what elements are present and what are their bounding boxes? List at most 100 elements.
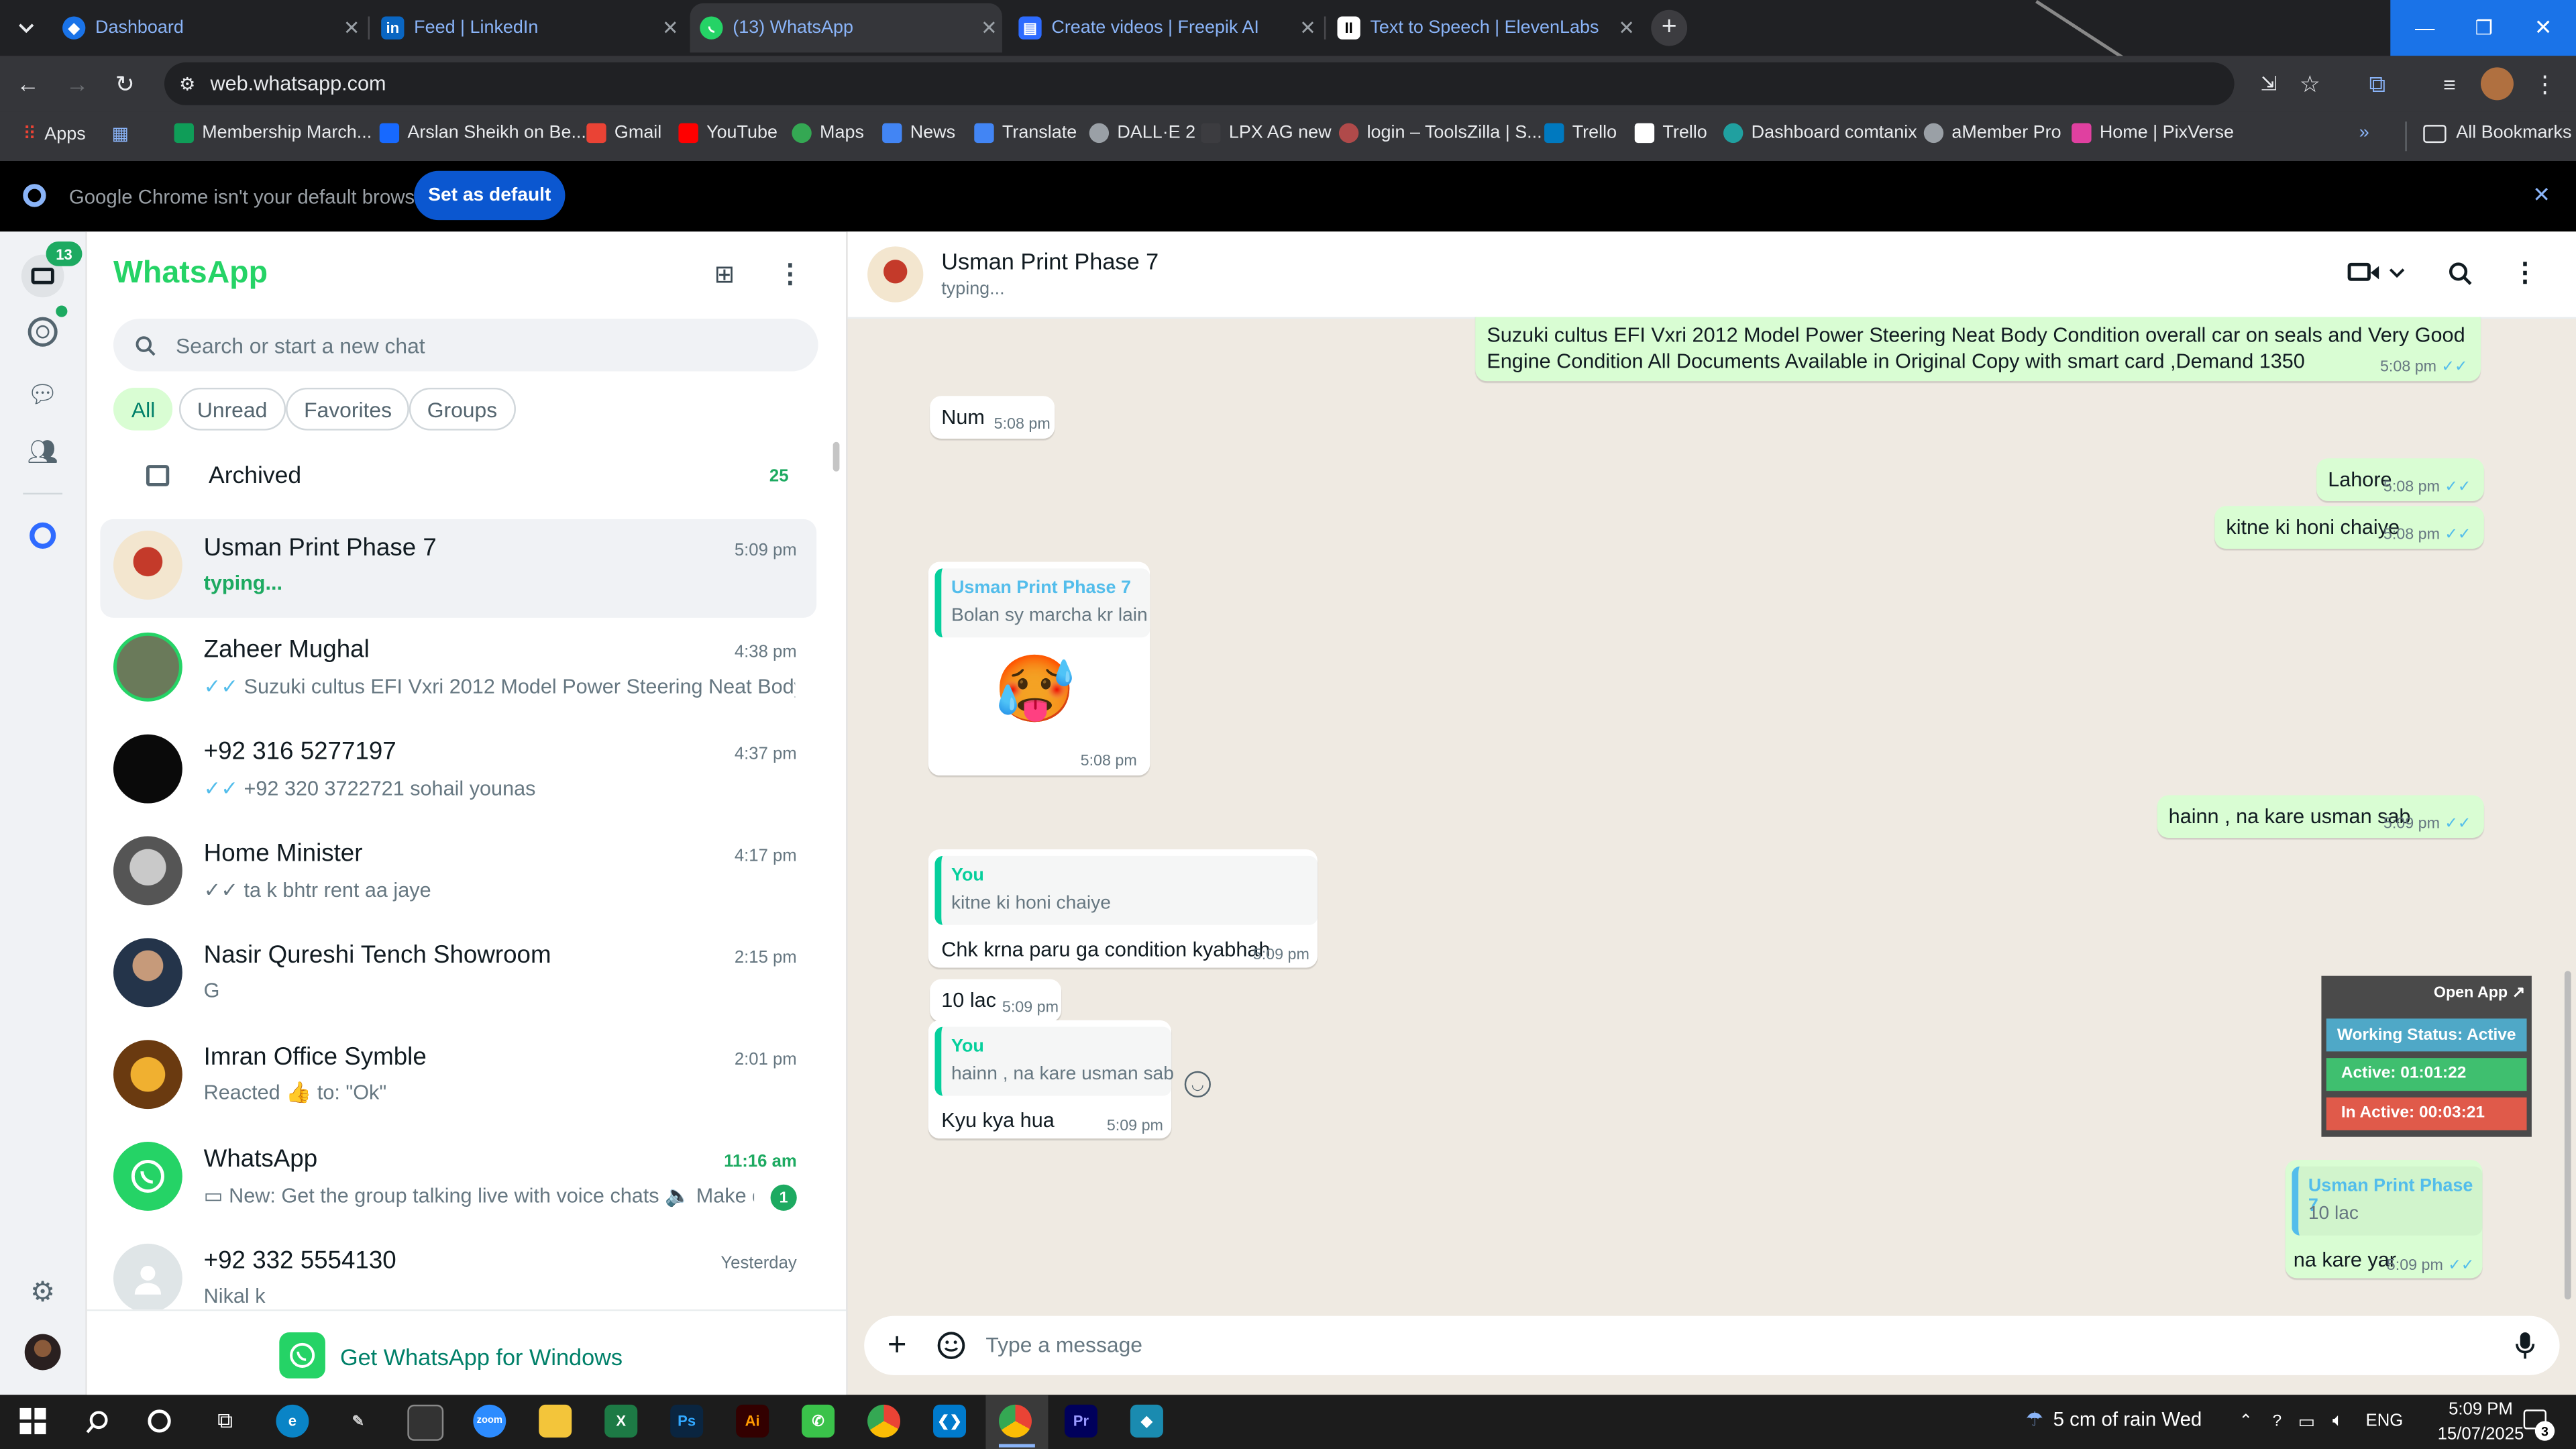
profile-avatar[interactable] [24, 1334, 61, 1371]
message-incoming-reply[interactable]: You kitne ki honi chaiye Chk krna paru g… [928, 849, 1318, 968]
close-tab-icon[interactable]: ✕ [338, 16, 364, 39]
get-app-banner[interactable]: Get WhatsApp for Windows [87, 1309, 847, 1397]
filter-all[interactable]: All [113, 387, 174, 431]
chevron-down-icon[interactable] [2385, 260, 2408, 286]
set-default-button[interactable]: Set as default [414, 170, 566, 221]
channels-nav-icon[interactable]: 💬︎ [26, 378, 59, 411]
menu-icon[interactable]: ⋮ [777, 260, 803, 289]
file-explorer-icon[interactable] [539, 1404, 572, 1438]
tab-freepik[interactable]: ▤ Create videos | Freepik AI ✕ [1009, 7, 1321, 50]
video-call-icon[interactable] [2347, 262, 2371, 281]
open-app-link[interactable]: Open App ↗ [2434, 984, 2525, 1002]
chrome-menu-icon[interactable]: ⋮ [2530, 69, 2559, 99]
chats-nav[interactable]: 13 [21, 241, 83, 298]
app-icon[interactable]: ◆ [1130, 1404, 1163, 1438]
microphone-icon[interactable] [2509, 1329, 2542, 1362]
clock-time[interactable]: 5:09 PM [2432, 1400, 2530, 1419]
message-outgoing[interactable]: hainn , na kare usman sab 5:09 pm ✓✓ [2157, 795, 2484, 838]
all-bookmarks[interactable]: All Bookmarks [2423, 123, 2571, 143]
contact-avatar[interactable] [867, 246, 924, 303]
chat-item-usman[interactable]: Usman Print Phase 7 typing... 5:09 pm [100, 519, 817, 618]
minimize-icon[interactable]: — [2397, 0, 2453, 56]
chat-item-whatsapp[interactable]: WhatsApp ▭ New: Get the group talking li… [100, 1130, 816, 1229]
filter-groups[interactable]: Groups [409, 387, 516, 431]
chat-item-contact[interactable]: +92 316 5277197 ✓✓ +92 320 3722721 sohai… [100, 723, 816, 822]
bookmark-item[interactable]: Arslan Sheikh on Be... [379, 123, 586, 144]
new-chat-icon[interactable]: ⊞ [708, 260, 741, 289]
edge-icon[interactable]: e [276, 1404, 309, 1438]
reload-icon[interactable]: ↻ [110, 69, 140, 99]
status-nav-icon[interactable] [28, 317, 58, 347]
meta-ai-icon[interactable] [30, 522, 56, 549]
archived-row[interactable]: Archived 25 [87, 445, 820, 508]
volume-icon[interactable]: 🔈︎ [2324, 1408, 2351, 1434]
excel-icon[interactable]: X [604, 1404, 638, 1438]
message-input[interactable]: Type a message [985, 1332, 2464, 1357]
tab-elevenlabs[interactable]: II Text to Speech | ElevenLabs ✕ [1328, 7, 1640, 50]
chat-scrollbar[interactable] [2564, 971, 2571, 1300]
bookmark-item[interactable]: Dashboard comtanix [1723, 123, 1917, 144]
help-icon[interactable]: ? [2264, 1408, 2290, 1434]
conversation-header[interactable]: Usman Print Phase 7 typing... ⋮ [847, 231, 2576, 319]
message-incoming-reply[interactable]: You hainn , na kare usman sab Kyu kya hu… [928, 1020, 1174, 1139]
tab-whatsapp[interactable]: (13) WhatsApp ✕ [690, 3, 1002, 53]
bookmark-item[interactable]: Membership March... [174, 123, 372, 144]
bookmark-apps[interactable]: ⠿ Apps [23, 123, 85, 145]
message-outgoing[interactable]: Suzuki cultus EFI Vxri 2012 Model Power … [1475, 317, 2481, 382]
bookmark-item[interactable]: aMember Pro [1923, 123, 2061, 144]
profile-avatar[interactable] [2480, 67, 2514, 101]
close-tab-icon[interactable]: ✕ [1613, 16, 1640, 39]
chrome-active-icon[interactable] [998, 1404, 1032, 1438]
restore-icon[interactable]: ❐ [2456, 0, 2512, 56]
get-app-link[interactable]: Get WhatsApp for Windows [340, 1344, 623, 1370]
message-outgoing[interactable]: Lahore 5:08 pm ✓✓ [2316, 458, 2484, 501]
tab-search-icon[interactable] [10, 13, 43, 43]
quoted-message[interactable]: You kitne ki honi chaiye [934, 855, 1318, 925]
extensions-icon[interactable]: ⧉ [2363, 69, 2392, 99]
bookmark-item[interactable]: YouTube [678, 123, 777, 144]
bookmark-item[interactable]: LPX AG new [1201, 123, 1332, 144]
message-incoming[interactable]: 10 lac 5:09 pm [930, 979, 1062, 1022]
bookmark-star-icon[interactable]: ☆ [2295, 69, 2324, 99]
more-bookmarks-icon[interactable]: » [2359, 123, 2369, 143]
search-taskbar-icon[interactable] [82, 1406, 111, 1436]
network-icon[interactable]: ▭ [2294, 1408, 2320, 1434]
pen-icon[interactable]: ✎ [341, 1405, 374, 1438]
message-outgoing-reply[interactable]: Usman Print Phase 7 10 lac na kare yar 5… [2285, 1159, 2483, 1279]
scrollbar[interactable] [833, 441, 840, 472]
bookmark-item[interactable]: login – ToolsZilla | S... [1338, 123, 1542, 144]
bookmark-item[interactable]: Home | PixVerse [2072, 123, 2234, 144]
cortana-icon[interactable] [148, 1409, 171, 1433]
weather-widget[interactable]: ☂ 5 cm of rain Wed [2026, 1408, 2202, 1431]
bookmark-item[interactable]: DALL·E 2 [1089, 123, 1195, 144]
filter-unread[interactable]: Unread [178, 387, 286, 431]
quoted-message[interactable]: You hainn , na kare usman sab [934, 1026, 1174, 1096]
filter-favorites[interactable]: Favorites [286, 387, 410, 431]
chrome-icon[interactable] [867, 1404, 901, 1438]
chat-item-home-minister[interactable]: Home Minister ✓✓ ta k bhtr rent aa jaye … [100, 824, 816, 923]
tab-dashboard[interactable]: ◆ Dashboard ✕ [52, 7, 364, 50]
reading-list-icon[interactable]: ≡ [2434, 69, 2464, 99]
bookmark-item[interactable]: Trello [1544, 123, 1617, 144]
bookmark-item[interactable]: Gmail [586, 123, 661, 144]
close-tab-icon[interactable]: ✕ [657, 16, 684, 39]
clock-date[interactable]: 15/07/2025 [2425, 1424, 2537, 1444]
search-input[interactable]: Search or start a new chat [113, 319, 818, 372]
close-window-icon[interactable]: ✕ [2515, 0, 2571, 56]
message-incoming[interactable]: Num 5:08 pm [930, 396, 1055, 439]
emoji-sticker-icon[interactable] [934, 1329, 967, 1362]
vscode-icon[interactable]: ❮❯ [933, 1404, 967, 1438]
message-outgoing[interactable]: kitne ki honi chaiye 5:08 pm ✓✓ [2214, 506, 2484, 549]
illustrator-icon[interactable]: Ai [736, 1404, 769, 1438]
address-bar[interactable]: ⚙ web.whatsapp.com [164, 62, 2235, 105]
search-chat-icon[interactable] [2445, 258, 2474, 287]
tab-groups-icon[interactable]: ▦ [112, 123, 129, 144]
communities-nav-icon[interactable]: 👥︎ [23, 435, 62, 468]
quoted-message[interactable]: Usman Print Phase 7 10 lac [2292, 1166, 2483, 1236]
windows-start-icon[interactable] [19, 1407, 46, 1434]
close-infobar-icon[interactable]: ✕ [2527, 180, 2557, 210]
language-indicator[interactable]: ENG [2366, 1411, 2404, 1431]
message-incoming-reply[interactable]: Usman Print Phase 7 Bolan sy marcha kr l… [928, 561, 1150, 775]
react-emoji-icon[interactable]: ◡ [1184, 1071, 1211, 1097]
zoom-icon[interactable]: zoom [473, 1404, 506, 1438]
